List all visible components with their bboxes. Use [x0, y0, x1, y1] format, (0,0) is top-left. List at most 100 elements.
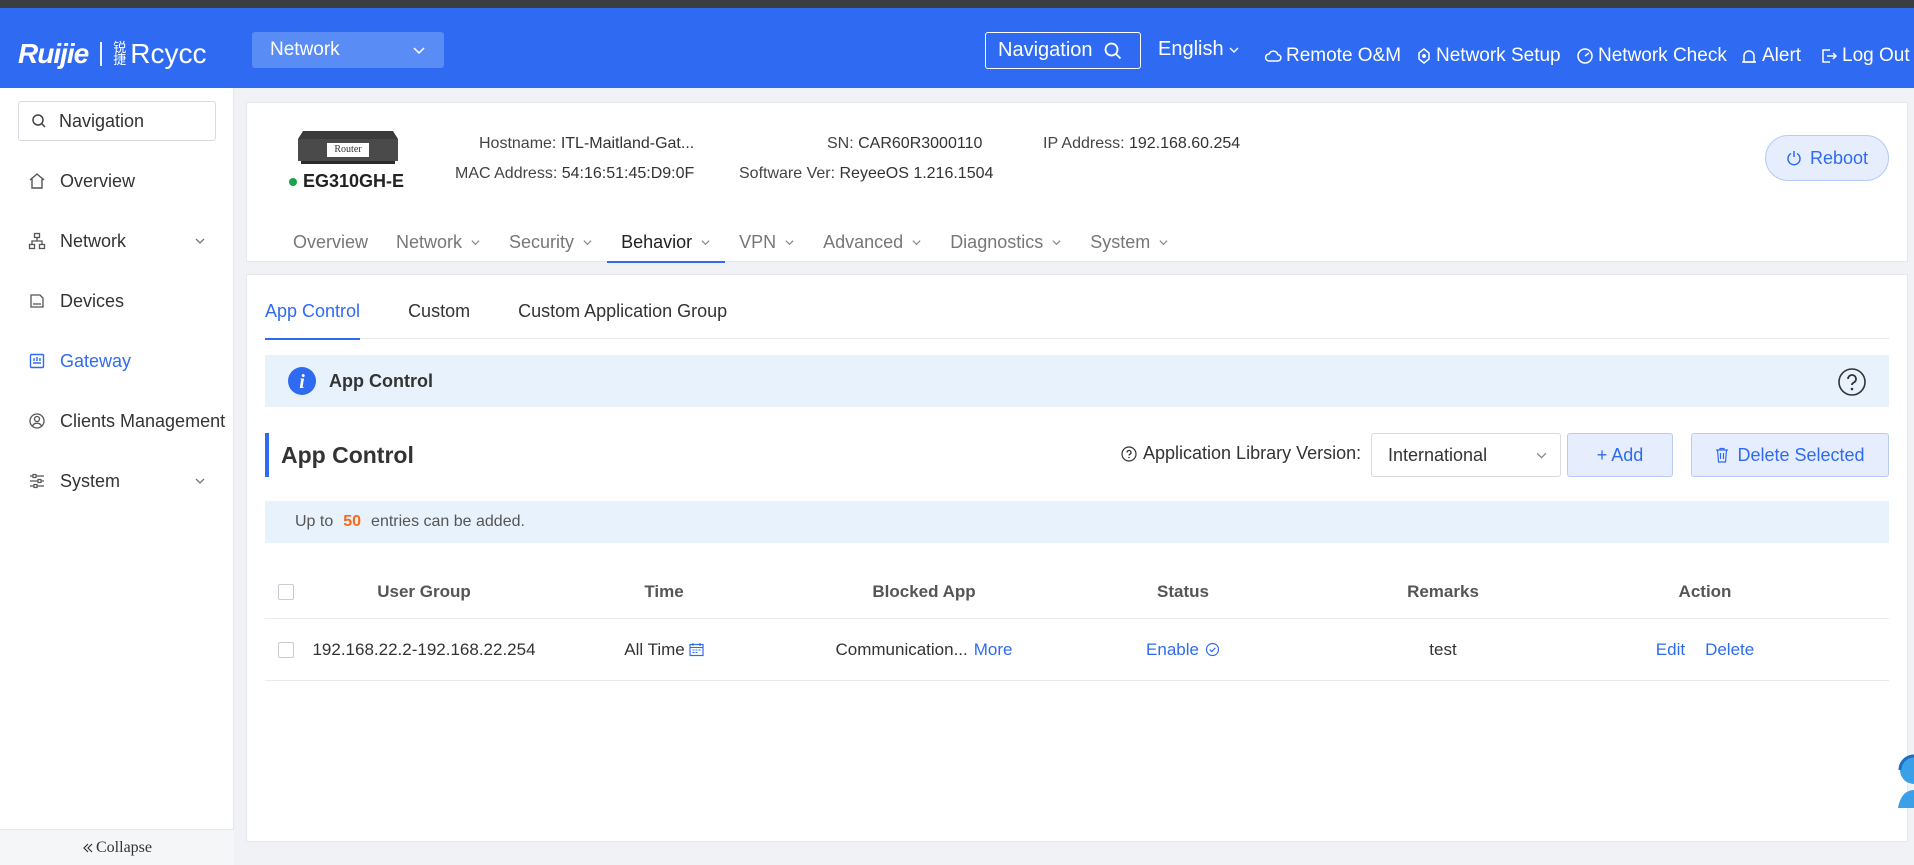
- row-select-cell: [265, 619, 307, 680]
- table-row: 192.168.22.2-192.168.22.254 All Time Com…: [265, 619, 1889, 681]
- network-check-link[interactable]: Network Check: [1576, 45, 1727, 67]
- delete-selected-button[interactable]: Delete Selected: [1691, 433, 1889, 477]
- tab-vpn[interactable]: VPN: [725, 223, 809, 261]
- alert-link[interactable]: Alert: [1740, 45, 1801, 67]
- alarm-icon: [1740, 47, 1758, 65]
- tab-diagnostics[interactable]: Diagnostics: [936, 223, 1076, 261]
- column-header[interactable]: Time: [541, 565, 787, 618]
- support-agent-icon[interactable]: [1892, 750, 1914, 810]
- more-link[interactable]: More: [974, 640, 1013, 660]
- column-header[interactable]: User Group: [307, 565, 541, 618]
- reboot-label: Reboot: [1809, 147, 1869, 168]
- tab-overview[interactable]: Overview: [279, 223, 382, 261]
- logo-mark: 锐捷: [113, 40, 126, 67]
- sidebar-item-system[interactable]: System: [28, 466, 228, 496]
- settings-sliders-icon: [28, 472, 46, 490]
- column-header[interactable]: Remarks: [1305, 565, 1581, 618]
- check-circle-icon: [1205, 642, 1220, 657]
- add-button[interactable]: + Add: [1567, 433, 1673, 477]
- library-version-label: Application Library Version:: [1121, 443, 1361, 464]
- action-cell: Edit Delete: [1581, 619, 1829, 680]
- gauge-icon: [1576, 47, 1594, 65]
- sidebar-item-label: Overview: [60, 170, 136, 191]
- logout-label: Log Out: [1842, 45, 1910, 66]
- calendar-icon[interactable]: [689, 642, 704, 657]
- sidebar-search-input[interactable]: Navigation: [18, 101, 216, 141]
- column-header[interactable]: Action: [1581, 565, 1829, 618]
- power-icon: [1786, 150, 1802, 166]
- select-all-cell: [265, 565, 307, 618]
- sidebar-item-label: Network: [60, 230, 127, 251]
- tab-custom-application-group[interactable]: Custom Application Group: [518, 301, 727, 339]
- logo-divider: [100, 42, 103, 66]
- blocked-app-value: Communication...: [835, 639, 968, 659]
- language-select[interactable]: English: [1158, 38, 1240, 61]
- tab-network[interactable]: Network: [382, 223, 495, 261]
- tab-label: System: [1090, 231, 1151, 252]
- module-tab-bar: Overview Network Security Behavior VPN A…: [279, 223, 1183, 263]
- delete-link[interactable]: Delete: [1705, 640, 1754, 660]
- device-model-label: EG310GH-E: [303, 171, 405, 191]
- select-all-checkbox[interactable]: [278, 583, 294, 600]
- chevron-down-icon: [412, 43, 426, 57]
- tab-advanced[interactable]: Advanced: [809, 223, 936, 261]
- sidebar-item-devices[interactable]: Devices: [28, 286, 228, 316]
- column-header[interactable]: Status: [1061, 565, 1305, 618]
- sidebar-item-gateway[interactable]: Gateway: [28, 346, 228, 376]
- device-icon: [28, 292, 46, 310]
- tab-custom[interactable]: Custom: [408, 301, 470, 339]
- software-version-field: Software Ver: ReyeeOS 1.216.1504: [739, 165, 993, 183]
- home-icon: [28, 172, 46, 190]
- add-button-label: + Add: [1596, 444, 1644, 465]
- edit-link[interactable]: Edit: [1656, 640, 1685, 660]
- navigation-search-button[interactable]: Navigation: [985, 32, 1141, 69]
- chevron-down-icon: [911, 237, 922, 248]
- reboot-button[interactable]: Reboot: [1765, 135, 1889, 181]
- sidebar-item-label: Clients Management: [60, 410, 226, 431]
- tab-app-control[interactable]: App Control: [265, 301, 361, 340]
- mac-field: MAC Address: 54:16:51:45:D9:0F: [455, 165, 694, 183]
- hostname-label: Hostname:: [479, 135, 557, 152]
- router-image: Router: [297, 129, 399, 165]
- gateway-icon: [28, 352, 46, 370]
- sidebar-item-clients-management[interactable]: Clients Management: [28, 406, 228, 436]
- tab-label: VPN: [739, 231, 777, 252]
- collapse-label: Collapse: [96, 838, 152, 856]
- help-icon[interactable]: [1837, 367, 1867, 397]
- column-header[interactable]: Blocked App: [787, 565, 1061, 618]
- device-model: EG310GH-E: [289, 171, 404, 192]
- chevron-down-icon: [1158, 237, 1169, 248]
- network-select[interactable]: Network: [252, 32, 444, 68]
- blocked-app-cell: Communication... More: [787, 619, 1061, 680]
- chevron-down-icon: [700, 237, 711, 248]
- svg-text:i: i: [299, 371, 305, 393]
- question-circle-icon[interactable]: [1121, 445, 1137, 462]
- time-cell: All Time: [541, 619, 787, 680]
- status-value[interactable]: Enable: [1146, 640, 1199, 660]
- app-control-card: App Control Custom Custom Application Gr…: [246, 274, 1908, 842]
- network-setup-link[interactable]: Network Setup: [1416, 45, 1561, 67]
- network-check-label: Network Check: [1598, 45, 1727, 66]
- wizard-icon: [1416, 47, 1432, 65]
- sidebar-item-network[interactable]: Network: [28, 226, 228, 256]
- tab-behavior[interactable]: Behavior: [607, 223, 726, 263]
- sidebar-item-overview[interactable]: Overview: [28, 166, 228, 196]
- chevron-down-icon: [1228, 44, 1240, 56]
- row-checkbox[interactable]: [278, 641, 294, 658]
- collapse-sidebar-button[interactable]: Collapse: [0, 829, 234, 865]
- remote-om-link[interactable]: Remote O&M: [1264, 45, 1401, 67]
- logout-link[interactable]: Log Out: [1820, 45, 1910, 67]
- search-icon: [31, 113, 47, 129]
- library-version-select[interactable]: International: [1371, 433, 1561, 477]
- device-info-card: Router EG310GH-E Hostname: ITL-Maitland-…: [246, 102, 1908, 263]
- tab-security[interactable]: Security: [495, 223, 607, 261]
- info-icon: i: [287, 366, 317, 396]
- hostname-field: Hostname: ITL-Maitland-Gat...: [479, 135, 694, 153]
- sidebar-item-label: Gateway: [60, 350, 132, 371]
- search-icon: [1103, 41, 1123, 61]
- brand-logo[interactable]: Ruijie 锐捷 Rcycc: [18, 38, 206, 70]
- tab-system[interactable]: System: [1076, 223, 1183, 261]
- mac-label: MAC Address:: [455, 165, 558, 182]
- sidebar-item-label: Devices: [60, 290, 125, 311]
- network-setup-label: Network Setup: [1436, 45, 1561, 66]
